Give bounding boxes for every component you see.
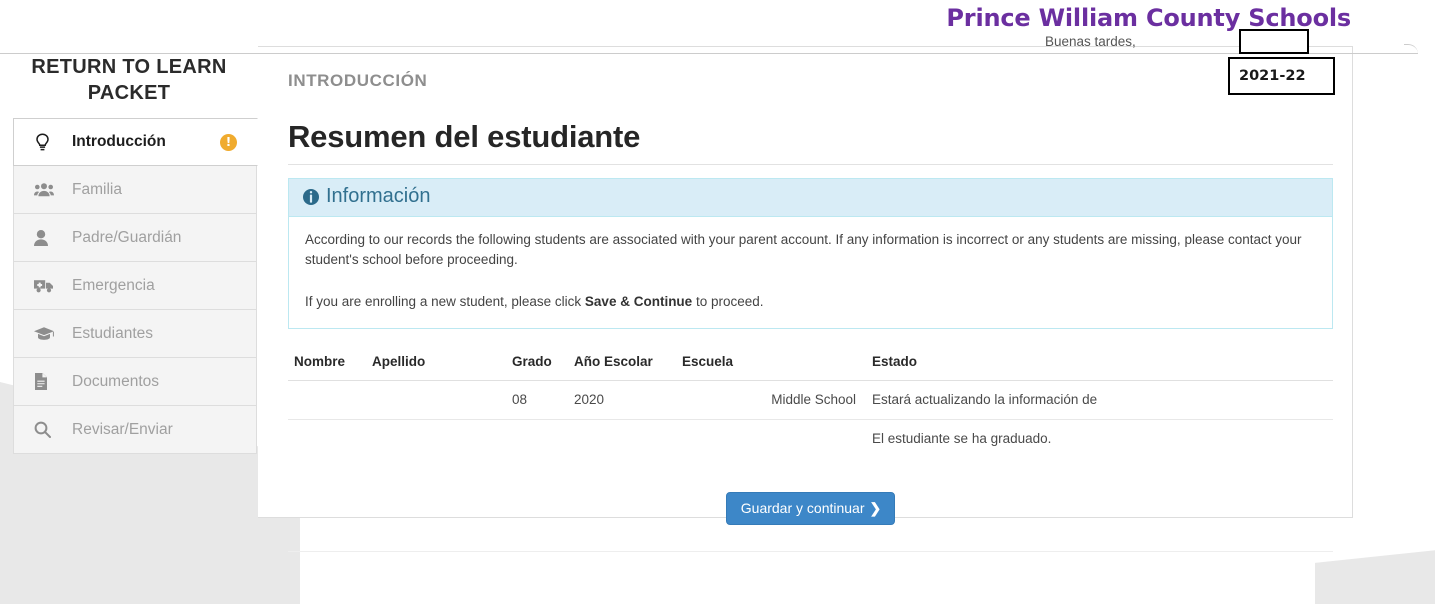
sidebar-item-label: Estudiantes (72, 324, 153, 342)
alert-header: Información (289, 179, 1332, 217)
search-icon (34, 421, 60, 438)
title-divider (288, 164, 1333, 165)
sidebar-title: RETURN TO LEARN PACKET (31, 56, 227, 104)
page-title: Resumen del estudiante (288, 119, 641, 154)
table-row: El estudiante se ha graduado. (288, 420, 1333, 459)
cell-grado: 08 (506, 380, 568, 420)
content-bottom-divider (288, 551, 1333, 552)
sidebar-item-emergencia[interactable]: Emergencia (13, 262, 257, 310)
column-header-estado: Estado (866, 350, 1333, 381)
cell-grado (506, 420, 568, 459)
main-content-panel: INTRODUCCIÓN Resumen del estudiante Info… (258, 46, 1353, 552)
information-alert: Información According to our records the… (288, 178, 1333, 329)
alert-paragraph-2: If you are enrolling a new student, plea… (305, 292, 1316, 312)
column-header-grado: Grado (506, 350, 568, 381)
sidebar-item-estudiantes[interactable]: Estudiantes (13, 310, 257, 358)
alert-paragraph-2-before: If you are enrolling a new student, plea… (305, 294, 585, 309)
alert-paragraph-1: According to our records the following s… (305, 232, 1302, 267)
column-header-escuela: Escuela (676, 350, 866, 381)
school-year-box: 2021-22 (1228, 57, 1335, 95)
header-divider-curve (1404, 44, 1418, 54)
info-circle-icon (303, 188, 319, 205)
cell-estado: Estará actualizando la información de (866, 380, 1333, 420)
sidebar-item-label: Padre/Guardián (72, 228, 182, 246)
sidebar-item-label: Introducción (72, 133, 166, 150)
alert-paragraph-2-after: to proceed. (692, 294, 764, 309)
student-summary-table: Nombre Apellido Grado Año Escolar Escuel… (288, 350, 1333, 458)
sidebar-nav: Introducción ! Familia Padre/Guardián Em… (13, 118, 258, 454)
save-button-row: Guardar y continuar ❯ (288, 492, 1333, 525)
cell-nombre (288, 380, 366, 420)
sidebar-item-padre-guardian[interactable]: Padre/Guardián (13, 214, 257, 262)
alert-body: According to our records the following s… (289, 217, 1332, 328)
sidebar-item-label: Revisar/Enviar (72, 420, 173, 438)
column-header-apellido: Apellido (366, 350, 506, 381)
table-row: 08 2020 Middle School Estará actualizand… (288, 380, 1333, 420)
background-decoration-right (1315, 546, 1435, 604)
sidebar-item-familia[interactable]: Familia (13, 166, 257, 214)
save-and-continue-button[interactable]: Guardar y continuar ❯ (725, 492, 896, 525)
table-header-row: Nombre Apellido Grado Año Escolar Escuel… (288, 350, 1333, 381)
column-header-ano-escolar: Año Escolar (568, 350, 676, 381)
cell-estado: El estudiante se ha graduado. (872, 431, 1052, 446)
graduation-cap-icon (34, 326, 60, 341)
cell-ano-escolar (568, 420, 676, 459)
page-root: Prince William County Schools Buenas tar… (0, 0, 1435, 604)
table-body: 08 2020 Middle School Estará actualizand… (288, 380, 1333, 459)
users-icon (34, 182, 60, 197)
sidebar-item-label: Familia (72, 180, 122, 198)
cell-apellido (366, 420, 506, 459)
alert-badge: ! (220, 133, 237, 151)
school-year-text: 2021-22 (1239, 68, 1306, 84)
cell-escuela: Middle School (676, 380, 866, 420)
sidebar-item-introduccion[interactable]: Introducción ! (13, 118, 258, 166)
alert-heading: Información (326, 185, 431, 207)
column-header-nombre: Nombre (288, 350, 366, 381)
breadcrumb: INTRODUCCIÓN (288, 71, 428, 90)
cell-escuela (676, 420, 866, 459)
chevron-right-icon: ❯ (869, 500, 882, 516)
table-head: Nombre Apellido Grado Año Escolar Escuel… (288, 350, 1333, 381)
ambulance-icon (34, 278, 60, 293)
sidebar-item-revisar-enviar[interactable]: Revisar/Enviar (13, 406, 257, 454)
sidebar-item-documentos[interactable]: Documentos (13, 358, 257, 406)
redacted-user-name-box (1239, 29, 1309, 54)
lightbulb-icon (34, 132, 60, 152)
user-icon (34, 229, 60, 246)
cell-apellido (366, 380, 506, 420)
brand-title: Prince William County Schools (946, 4, 1351, 32)
sidebar-item-label: Emergencia (72, 276, 155, 294)
cell-nombre (288, 420, 366, 459)
document-icon (34, 373, 60, 390)
cell-ano-escolar: 2020 (568, 380, 676, 420)
save-button-label: Guardar y continuar (740, 500, 865, 516)
greeting-text: Buenas tardes, (1045, 34, 1136, 49)
sidebar-item-label: Documentos (72, 372, 160, 390)
sidebar: RETURN TO LEARN PACKET Introducción ! Fa… (0, 46, 258, 454)
alert-save-continue-emphasis: Save & Continue (584, 294, 693, 309)
